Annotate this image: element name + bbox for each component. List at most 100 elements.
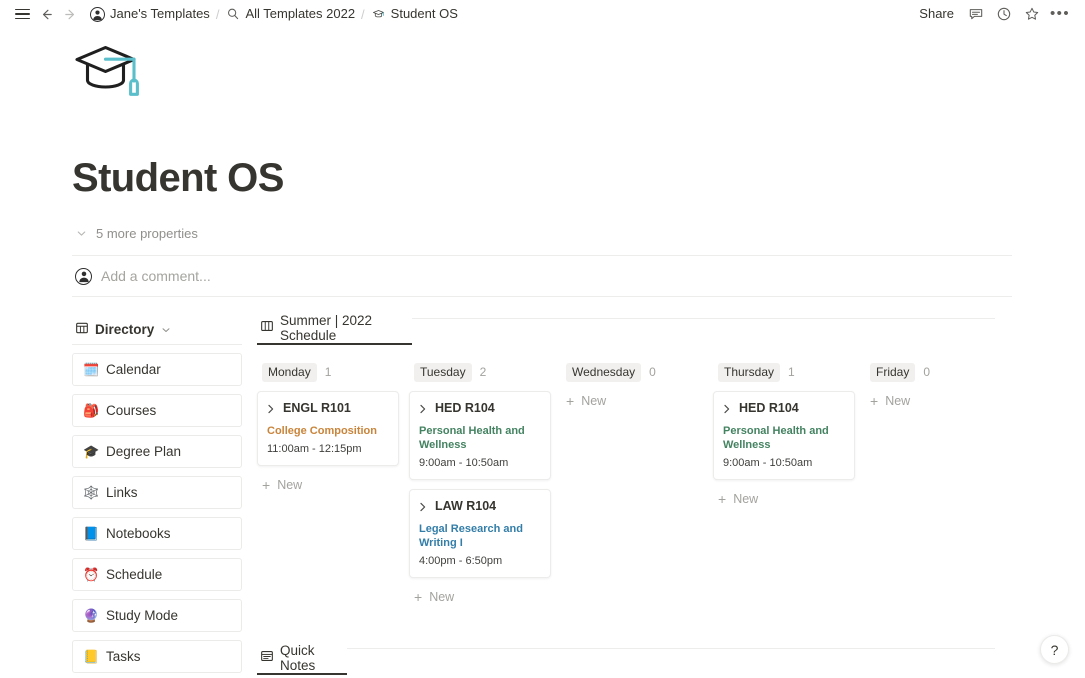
calendar-icon: 🗓️	[83, 362, 100, 377]
breadcrumb-item-student-os[interactable]: Student OS	[366, 3, 463, 25]
card-course-name: Personal Health and Wellness	[723, 425, 829, 451]
breadcrumb-item-janes-templates[interactable]: Jane's Templates	[85, 3, 215, 25]
chevron-right-icon[interactable]	[419, 404, 427, 414]
card-code: ENGL R101	[283, 401, 351, 415]
quick-notes-tab-rule	[347, 648, 995, 649]
column-name: Monday	[262, 362, 317, 382]
hamburger-menu-button[interactable]	[10, 2, 34, 26]
top-bar: Jane's Templates / All Templates 2022 /	[0, 0, 1085, 28]
breadcrumb-separator: /	[361, 6, 365, 22]
sidebar-item-label: Study Mode	[106, 608, 179, 623]
breadcrumb-label: Jane's Templates	[110, 6, 210, 21]
chevron-right-icon[interactable]	[419, 502, 427, 512]
board-card[interactable]: ENGL R101 College Composition 11:00am - …	[257, 391, 399, 466]
magnifier-icon	[225, 7, 240, 22]
column-name: Thursday	[718, 362, 781, 382]
directory-header[interactable]: Directory	[72, 319, 257, 344]
card-time: 4:00pm - 6:50pm	[419, 555, 503, 567]
more-properties-label: 5 more properties	[96, 225, 198, 241]
user-avatar-icon	[90, 6, 105, 22]
favorite-button[interactable]	[1019, 2, 1045, 26]
board-column-header[interactable]: Thursday 1	[713, 361, 865, 383]
comments-button[interactable]	[963, 2, 989, 26]
arrow-left-icon	[42, 9, 52, 19]
directory-title: Directory	[95, 322, 155, 337]
sidebar-item-links[interactable]: 🕸️ Links	[72, 476, 242, 509]
tab-summer-2022-schedule[interactable]: Summer | 2022 Schedule	[257, 313, 412, 345]
tab-label: Summer | 2022 Schedule	[280, 312, 373, 343]
board-card[interactable]: HED R104 Personal Health and Wellness 9:…	[409, 391, 551, 480]
sidebar-item-schedule[interactable]: ⏰ Schedule	[72, 558, 242, 591]
sidebar-item-calendar[interactable]: 🗓️ Calendar	[72, 353, 242, 386]
card-code: LAW R104	[435, 499, 497, 513]
sidebar-item-notebooks[interactable]: 📘 Notebooks	[72, 517, 242, 550]
board-column-friday: Friday 0 + New	[865, 361, 1017, 607]
top-bar-right: Share •••	[912, 2, 1073, 26]
share-button[interactable]: Share	[912, 2, 961, 26]
new-card-button[interactable]: + New	[257, 475, 409, 495]
quick-notes-section: Quick Notes This is an uncategorized qui…	[257, 643, 1013, 678]
forward-button[interactable]	[58, 2, 82, 26]
hamburger-icon	[14, 8, 30, 20]
sidebar-item-label: Notebooks	[106, 526, 171, 541]
board-card[interactable]: LAW R104 Legal Research and Writing I 4:…	[409, 489, 551, 578]
column-count: 1	[788, 365, 795, 379]
notebook-icon: 📒	[83, 649, 100, 664]
page-content: Student OS 5 more properties Add a comme…	[0, 38, 1085, 678]
sidebar-item-tasks[interactable]: 📒 Tasks	[72, 640, 242, 673]
board-column-header[interactable]: Friday 0	[865, 361, 1017, 383]
add-comment-row[interactable]: Add a comment...	[72, 256, 1013, 296]
board-column: Summer | 2022 Schedule Monday 1 ENGL R10…	[257, 313, 1013, 678]
board-view-icon	[260, 319, 274, 336]
sidebar-item-label: Courses	[106, 403, 157, 418]
chevron-right-icon[interactable]	[723, 404, 731, 414]
chevron-right-icon[interactable]	[267, 404, 275, 414]
help-button[interactable]: ?	[1040, 635, 1069, 664]
card-course-name: College Composition	[267, 425, 377, 437]
new-card-button[interactable]: + New	[561, 391, 713, 411]
sidebar-item-degree-plan[interactable]: 🎓 Degree Plan	[72, 435, 242, 468]
column-count: 2	[479, 365, 487, 379]
schedule-board: Monday 1 ENGL R101 College Composition 1…	[257, 361, 1013, 607]
new-card-button[interactable]: + New	[865, 391, 1017, 411]
board-column-monday: Monday 1 ENGL R101 College Composition 1…	[257, 361, 409, 607]
board-column-header[interactable]: Tuesday 2	[409, 361, 561, 383]
page-history-button[interactable]	[991, 2, 1017, 26]
app-root: Jane's Templates / All Templates 2022 /	[0, 0, 1085, 678]
more-properties-toggle[interactable]: 5 more properties	[72, 220, 1013, 246]
top-bar-left: Jane's Templates / All Templates 2022 /	[10, 2, 912, 26]
tab-quick-notes[interactable]: Quick Notes	[257, 643, 347, 675]
new-card-button[interactable]: + New	[409, 587, 561, 607]
board-card[interactable]: HED R104 Personal Health and Wellness 9:…	[713, 391, 855, 480]
graduation-cap-icon	[371, 7, 386, 22]
more-options-button[interactable]: •••	[1047, 2, 1073, 26]
card-course-name: Personal Health and Wellness	[419, 425, 525, 451]
board-column-tuesday: Tuesday 2 HED R104 Personal Health and W…	[409, 361, 561, 607]
card-title: LAW R104	[419, 498, 541, 515]
sidebar-item-label: Tasks	[106, 649, 141, 664]
sidebar-item-label: Calendar	[106, 362, 161, 377]
quick-notes-tab-bar: Quick Notes	[257, 643, 1013, 675]
chevron-down-icon[interactable]	[160, 324, 172, 336]
sidebar-item-study-mode[interactable]: 🔮 Study Mode	[72, 599, 242, 632]
new-label: New	[277, 478, 303, 492]
spider-web-icon: 🕸️	[83, 485, 100, 500]
sidebar-item-courses[interactable]: 🎒 Courses	[72, 394, 242, 427]
comment-input[interactable]: Add a comment...	[101, 268, 211, 284]
column-name: Wednesday	[566, 362, 642, 382]
new-card-button[interactable]: + New	[713, 489, 865, 509]
board-column-wednesday: Wednesday 0 + New	[561, 361, 713, 607]
plus-icon: +	[718, 491, 727, 507]
back-button[interactable]	[34, 2, 58, 26]
card-code: HED R104	[739, 401, 799, 415]
page-icon[interactable]	[72, 38, 150, 116]
comment-divider	[72, 296, 1012, 297]
breadcrumb-label: Student OS	[390, 6, 458, 21]
board-column-header[interactable]: Monday 1	[257, 361, 409, 383]
column-count: 1	[324, 365, 332, 379]
page-title: Student OS	[72, 156, 284, 200]
board-column-header[interactable]: Wednesday 0	[561, 361, 713, 383]
arrow-right-icon	[64, 9, 74, 19]
directory-list: 🗓️ Calendar 🎒 Courses 🎓 Degree Plan 🕸️ L…	[72, 353, 257, 673]
breadcrumb-item-all-templates-2022[interactable]: All Templates 2022	[220, 3, 360, 25]
